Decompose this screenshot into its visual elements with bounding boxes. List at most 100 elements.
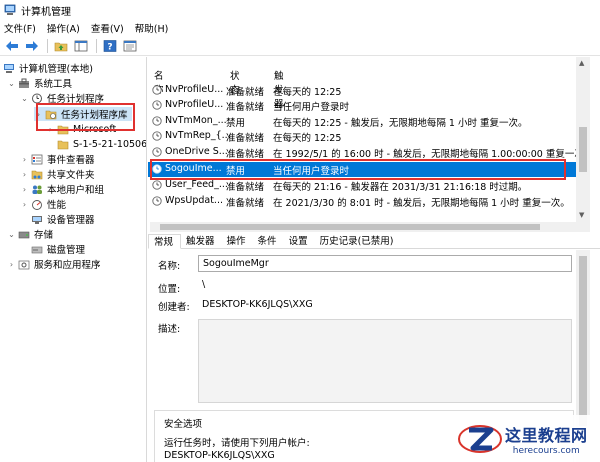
task-clock-icon bbox=[152, 146, 162, 157]
tree-item-disk-management[interactable]: 磁盘管理 bbox=[31, 242, 85, 256]
task-clock-icon bbox=[152, 130, 162, 141]
menu-bar: 文件(F) 操作(A) 查看(V) 帮助(H) bbox=[0, 20, 600, 36]
show-tree-button[interactable] bbox=[72, 38, 90, 54]
highlight-box-selected-task bbox=[150, 159, 566, 180]
task-clock-icon bbox=[152, 84, 162, 95]
folder-icon bbox=[57, 140, 69, 149]
svg-text:?: ? bbox=[107, 42, 112, 52]
detail-tabs: 常规 触发器 操作 条件 设置 历史记录(已禁用) bbox=[148, 232, 600, 249]
help-button[interactable]: ? bbox=[101, 38, 119, 54]
scroll-down-icon[interactable]: ▼ bbox=[579, 211, 584, 219]
forward-arrow-icon bbox=[26, 40, 38, 51]
table-row[interactable]: NvProfileU... 准备就绪 当任何用户登录时 bbox=[148, 98, 578, 113]
tree-item-device-manager[interactable]: 设备管理器 bbox=[31, 212, 95, 226]
show-hide-tree-icon bbox=[74, 40, 88, 51]
task-list: 名称 状态 触发器 NvProfileU... 准备就绪 在每天的 12:25 … bbox=[148, 57, 600, 227]
table-row[interactable]: NvProfileU... 准备就绪 在每天的 12:25 bbox=[148, 83, 578, 98]
chevron-right-icon[interactable]: › bbox=[20, 200, 29, 209]
event-viewer-icon bbox=[31, 154, 43, 164]
back-button[interactable] bbox=[3, 38, 21, 54]
tab-general[interactable]: 常规 bbox=[148, 234, 182, 249]
properties-icon bbox=[123, 40, 137, 51]
forward-button[interactable] bbox=[23, 38, 41, 54]
tools-icon bbox=[19, 78, 29, 88]
tree-item-system-tools[interactable]: ⌄ 系统工具 bbox=[7, 76, 72, 90]
chevron-down-icon[interactable]: ⌄ bbox=[20, 94, 29, 103]
tab-actions[interactable]: 操作 bbox=[222, 233, 253, 248]
chevron-right-icon[interactable]: › bbox=[7, 260, 16, 269]
folder-up-icon bbox=[54, 42, 68, 51]
tab-history[interactable]: 历史记录(已禁用) bbox=[315, 233, 401, 248]
scrollbar-thumb[interactable] bbox=[579, 256, 587, 426]
tree-item-local-users-groups[interactable]: › 本地用户和组 bbox=[20, 182, 104, 197]
tab-settings[interactable]: 设置 bbox=[284, 233, 315, 248]
window-title: 计算机管理 bbox=[21, 6, 71, 18]
location-label: 位置: bbox=[158, 284, 181, 295]
highlight-box-tree bbox=[36, 103, 135, 131]
menu-view[interactable]: 查看(V) bbox=[91, 21, 124, 35]
tree-item-performance[interactable]: › 性能 bbox=[20, 197, 66, 212]
performance-icon bbox=[32, 199, 42, 210]
author-label: 创建者: bbox=[158, 302, 190, 313]
task-list-vertical-scrollbar[interactable]: ▲ ▼ bbox=[576, 57, 590, 222]
author-value: DESKTOP-KK6JLQS\XXG bbox=[202, 299, 313, 310]
watermark-url: herecours.com bbox=[512, 445, 580, 456]
table-row[interactable]: User_Feed_... 准备就绪 在每天的 21:16 - 触发器在 203… bbox=[148, 178, 578, 193]
table-row[interactable]: NvTmMon_... 禁用 在每天的 12:25 - 触发后，无限期地每隔 1… bbox=[148, 114, 578, 129]
scroll-up-icon[interactable]: ▲ bbox=[579, 59, 584, 67]
location-value: \ bbox=[202, 279, 206, 290]
back-arrow-icon bbox=[6, 40, 18, 51]
tree-item-services-applications[interactable]: › 服务和应用程序 bbox=[7, 257, 101, 272]
device-manager-icon bbox=[32, 215, 42, 224]
task-clock-icon bbox=[152, 99, 162, 110]
users-icon bbox=[32, 185, 42, 194]
computer-management-icon bbox=[4, 63, 14, 73]
disk-icon bbox=[31, 246, 43, 253]
table-row[interactable]: WpsUpdat... 准备就绪 在 2021/3/30 的 8:01 时 - … bbox=[148, 194, 578, 209]
task-list-horizontal-scrollbar[interactable] bbox=[150, 222, 590, 232]
scrollbar-thumb[interactable] bbox=[160, 224, 540, 230]
properties-button[interactable] bbox=[121, 38, 139, 54]
up-folder-button[interactable] bbox=[52, 38, 70, 54]
tab-triggers[interactable]: 触发器 bbox=[181, 233, 222, 248]
tree-item-computer-management[interactable]: 计算机管理(本地) bbox=[3, 61, 93, 75]
tree-item-event-viewer[interactable]: › 事件查看器 bbox=[20, 152, 95, 166]
toolbar: ? bbox=[0, 36, 600, 56]
tree-item-user-sid-folder[interactable]: S-1-5-21-10506 bbox=[57, 137, 146, 151]
tab-conditions[interactable]: 条件 bbox=[253, 233, 284, 248]
title-bar: 计算机管理 bbox=[0, 0, 600, 20]
table-row[interactable]: OneDrive S... 准备就绪 在 1992/5/1 的 16:00 时 … bbox=[148, 145, 593, 160]
watermark-name: 这里教程网 bbox=[505, 425, 588, 445]
services-icon bbox=[18, 260, 30, 269]
help-icon: ? bbox=[103, 39, 117, 52]
scrollbar-thumb[interactable] bbox=[579, 127, 587, 172]
task-clock-icon bbox=[152, 179, 162, 190]
clock-icon bbox=[32, 93, 42, 103]
run-as-label: 运行任务时，请使用下列用户帐户: bbox=[164, 438, 310, 449]
chevron-right-icon[interactable]: › bbox=[20, 185, 29, 194]
table-row[interactable]: NvTmRep_{... 准备就绪 在每天的 12:25 bbox=[148, 129, 578, 144]
task-clock-icon bbox=[152, 195, 162, 206]
menu-file[interactable]: 文件(F) bbox=[4, 21, 36, 35]
toolbar-separator bbox=[96, 38, 97, 53]
name-label: 名称: bbox=[158, 261, 181, 272]
storage-icon bbox=[18, 231, 30, 238]
chevron-down-icon[interactable]: ⌄ bbox=[7, 230, 16, 239]
chevron-right-icon[interactable]: › bbox=[20, 155, 29, 164]
site-watermark: 这里教程网 herecours.com bbox=[455, 415, 600, 462]
description-label: 描述: bbox=[158, 324, 181, 335]
task-name-field[interactable]: SogouImeMgr bbox=[198, 255, 572, 272]
security-options-label: 安全选项 bbox=[164, 419, 203, 430]
menu-help[interactable]: 帮助(H) bbox=[135, 21, 169, 35]
computer-management-icon bbox=[4, 4, 16, 15]
menu-action[interactable]: 操作(A) bbox=[47, 21, 80, 35]
shared-folder-icon bbox=[31, 170, 43, 179]
tree-item-storage[interactable]: ⌄ 存储 bbox=[7, 227, 53, 242]
chevron-right-icon[interactable]: › bbox=[20, 170, 29, 179]
description-field[interactable] bbox=[198, 319, 572, 403]
task-clock-icon bbox=[152, 115, 162, 126]
tree-item-shared-folders[interactable]: › 共享文件夹 bbox=[20, 167, 95, 182]
site-logo-icon bbox=[458, 424, 502, 453]
chevron-down-icon[interactable]: ⌄ bbox=[7, 79, 16, 88]
run-as-value: DESKTOP-KK6JLQS\XXG bbox=[164, 450, 275, 461]
